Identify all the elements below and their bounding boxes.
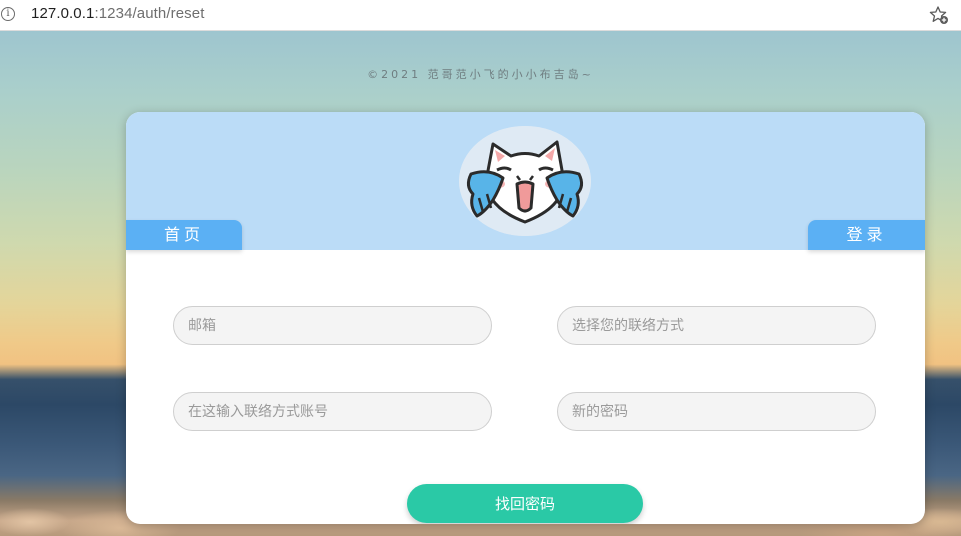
url-path: :1234/auth/reset	[94, 5, 205, 22]
login-tab[interactable]: 登录	[808, 220, 925, 250]
cat-avatar	[459, 126, 591, 236]
info-icon[interactable]: i	[1, 7, 15, 21]
reset-password-card: 首页 登录 找回密码	[126, 112, 925, 524]
browser-address-bar[interactable]: i 127.0.0.1:1234/auth/reset	[0, 0, 961, 31]
star-add-icon[interactable]	[929, 5, 949, 25]
url-host: 127.0.0.1	[31, 5, 95, 22]
new-password-input[interactable]	[557, 392, 876, 431]
copyright-text: ©2021 范哥范小飞的小小布吉岛~	[367, 68, 594, 81]
home-tab[interactable]: 首页	[126, 220, 242, 250]
cat-avatar-image	[459, 126, 591, 236]
contact-type-select[interactable]	[557, 306, 876, 345]
email-input[interactable]	[173, 306, 492, 345]
contact-account-input[interactable]	[173, 392, 492, 431]
url-text[interactable]: 127.0.0.1:1234/auth/reset	[31, 5, 204, 22]
recover-password-button[interactable]: 找回密码	[407, 484, 643, 523]
